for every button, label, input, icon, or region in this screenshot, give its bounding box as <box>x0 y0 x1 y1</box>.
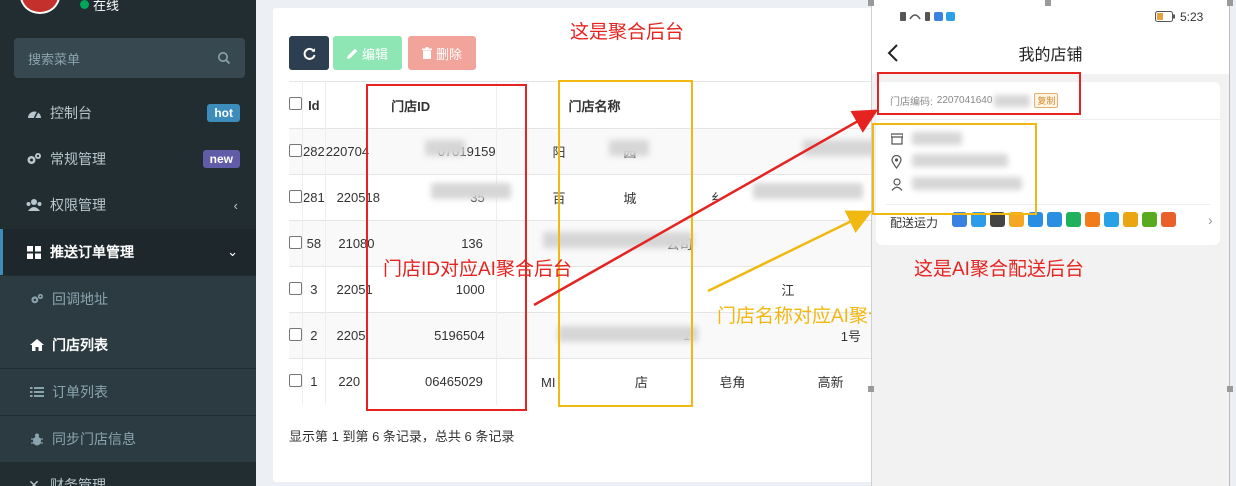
store-id-arrow <box>533 109 879 307</box>
store-name-arrow <box>707 210 873 293</box>
annotation-arrows <box>533 109 879 307</box>
